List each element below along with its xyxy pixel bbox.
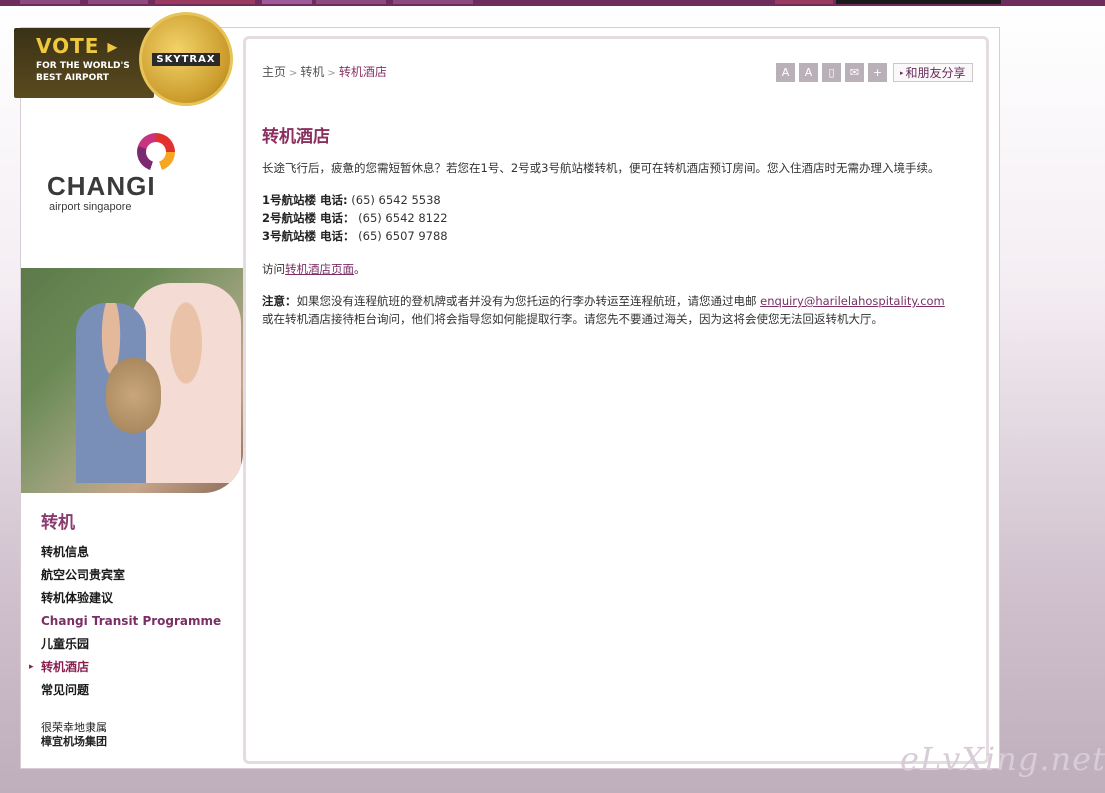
breadcrumb-transit[interactable]: 转机 (300, 65, 324, 79)
footer-line1: 很荣幸地隶属 (41, 721, 107, 734)
sidebar-item-faq[interactable]: 常见问题 (41, 679, 221, 702)
logo-sub: airport singapore (49, 201, 132, 213)
sidebar-heading: 转机 (41, 513, 75, 533)
phone-t1-value: (65) 6542 5538 (351, 193, 441, 207)
skytrax-medal-icon[interactable]: SKYTRAX (139, 12, 233, 106)
top-nav-tab[interactable] (262, 0, 312, 4)
note-text1: 如果您没有连程航班的登机牌或者并没有为您托运的行李办转运至连程航班，请您通过电邮 (296, 294, 761, 308)
note-label: 注意： (262, 294, 297, 308)
page-tools: A A ▯ ✉ + ▸ 和朋友分享 (776, 63, 973, 82)
vote-banner[interactable]: VOTE ▸ FOR THE WORLD'S BEST AIRPORT (14, 28, 154, 98)
family-photo (21, 268, 243, 493)
watermark: eLvXing.net (900, 740, 1105, 778)
medal-label: SKYTRAX (152, 52, 220, 66)
breadcrumb-current: 转机酒店 (338, 65, 387, 79)
page-title: 转机酒店 (262, 127, 330, 147)
photo-arc-orange (21, 268, 243, 358)
intro-text: 长途飞行后，疲惫的您需短暂休息？若您在1号、2号或3号航站楼转机，便可在转机酒店… (262, 161, 940, 175)
top-nav-tab[interactable] (393, 0, 473, 4)
email-icon[interactable]: ✉ (845, 63, 864, 82)
logo-name: CHANGI (47, 171, 156, 201)
vote-subtitle: FOR THE WORLD'S BEST AIRPORT (36, 61, 130, 83)
phone-t1-label: 1号航站楼 电话: (262, 193, 348, 207)
sidebar-footer: 很荣幸地隶属 樟宜机场集团 (41, 721, 107, 749)
phone-t3-value: (65) 6507 9788 (358, 229, 448, 243)
top-nav-tab[interactable] (155, 0, 255, 4)
main-content: 主页 > 转机 > 转机酒店 A A ▯ ✉ + ▸ 和朋友分享 转机酒店 长途飞行后，疲… (243, 36, 989, 764)
footer-line2[interactable]: 樟宜机场集团 (41, 735, 107, 749)
sidebar-item-airline-lounges[interactable]: 航空公司贵宾室 (41, 564, 221, 587)
transit-hotel-link[interactable]: 转机酒店页面 (285, 262, 354, 276)
note-line2: 或在转机酒店接待柜台询问，他们将会指导您如何能提取行李。请您先不要通过海关，因为… (262, 312, 883, 326)
phone-t3: 3号航站楼 电话： (65) 6507 9788 (262, 227, 448, 245)
breadcrumb: 主页 > 转机 > 转机酒店 (262, 63, 387, 80)
photo-teddy-bear (106, 358, 161, 433)
changi-swirl-icon (137, 133, 175, 171)
print-icon[interactable]: ▯ (822, 63, 841, 82)
sidebar-item-transit-hotel[interactable]: 转机酒店 (29, 656, 221, 679)
sidebar: VOTE ▸ FOR THE WORLD'S BEST AIRPORT SKYT… (14, 12, 243, 768)
breadcrumb-home[interactable]: 主页 (262, 65, 286, 79)
visit-suffix: 。 (354, 262, 366, 276)
phone-t3-label: 3号航站楼 电话： (262, 229, 355, 243)
sidebar-item-transit-tips[interactable]: 转机体验建议 (41, 587, 221, 610)
sidebar-item-changi-transit-programme[interactable]: Changi Transit Programme (41, 610, 221, 633)
top-nav-tab[interactable] (316, 0, 386, 4)
share-arrow-icon: ▸ (900, 68, 904, 77)
share-button[interactable]: ▸ 和朋友分享 (893, 63, 973, 82)
top-nav-search[interactable] (836, 0, 1001, 4)
phone-t2-label: 2号航站楼 电话： (262, 211, 355, 225)
email-link[interactable]: enquiry@harilelahospitality.com (760, 294, 945, 308)
phone-t2-value: (65) 6542 8122 (358, 211, 448, 225)
top-nav-tab[interactable] (20, 0, 80, 4)
breadcrumb-separator: > (289, 68, 298, 79)
visit-line: 访问转机酒店页面。 (262, 260, 366, 278)
breadcrumb-separator: > (327, 68, 336, 79)
vote-title: VOTE ▸ (36, 34, 119, 58)
plus-icon[interactable]: + (868, 63, 887, 82)
phone-t2: 2号航站楼 电话： (65) 6542 8122 (262, 209, 448, 227)
font-decrease-icon[interactable]: A (776, 63, 795, 82)
font-increase-icon[interactable]: A (799, 63, 818, 82)
page-container: VOTE ▸ FOR THE WORLD'S BEST AIRPORT SKYT… (14, 12, 1000, 769)
phone-t1: 1号航站楼 电话: (65) 6542 5538 (262, 191, 441, 209)
sidebar-nav: 转机 转机信息 航空公司贵宾室 转机体验建议 Changi Transit Pr… (29, 508, 221, 702)
photo-arc-magenta (21, 438, 243, 493)
sidebar-item-kids-playground[interactable]: 儿童乐园 (41, 633, 221, 656)
top-nav-tab[interactable] (88, 0, 148, 4)
top-nav-tab[interactable] (775, 0, 833, 4)
share-label: 和朋友分享 (905, 66, 966, 80)
note-line1: 注意：如果您没有连程航班的登机牌或者并没有为您托运的行李办转运至连程航班，请您通… (262, 292, 945, 310)
visit-prefix: 访问 (262, 262, 285, 276)
sidebar-item-transit-info[interactable]: 转机信息 (41, 541, 221, 564)
top-nav-bar (0, 0, 1105, 6)
